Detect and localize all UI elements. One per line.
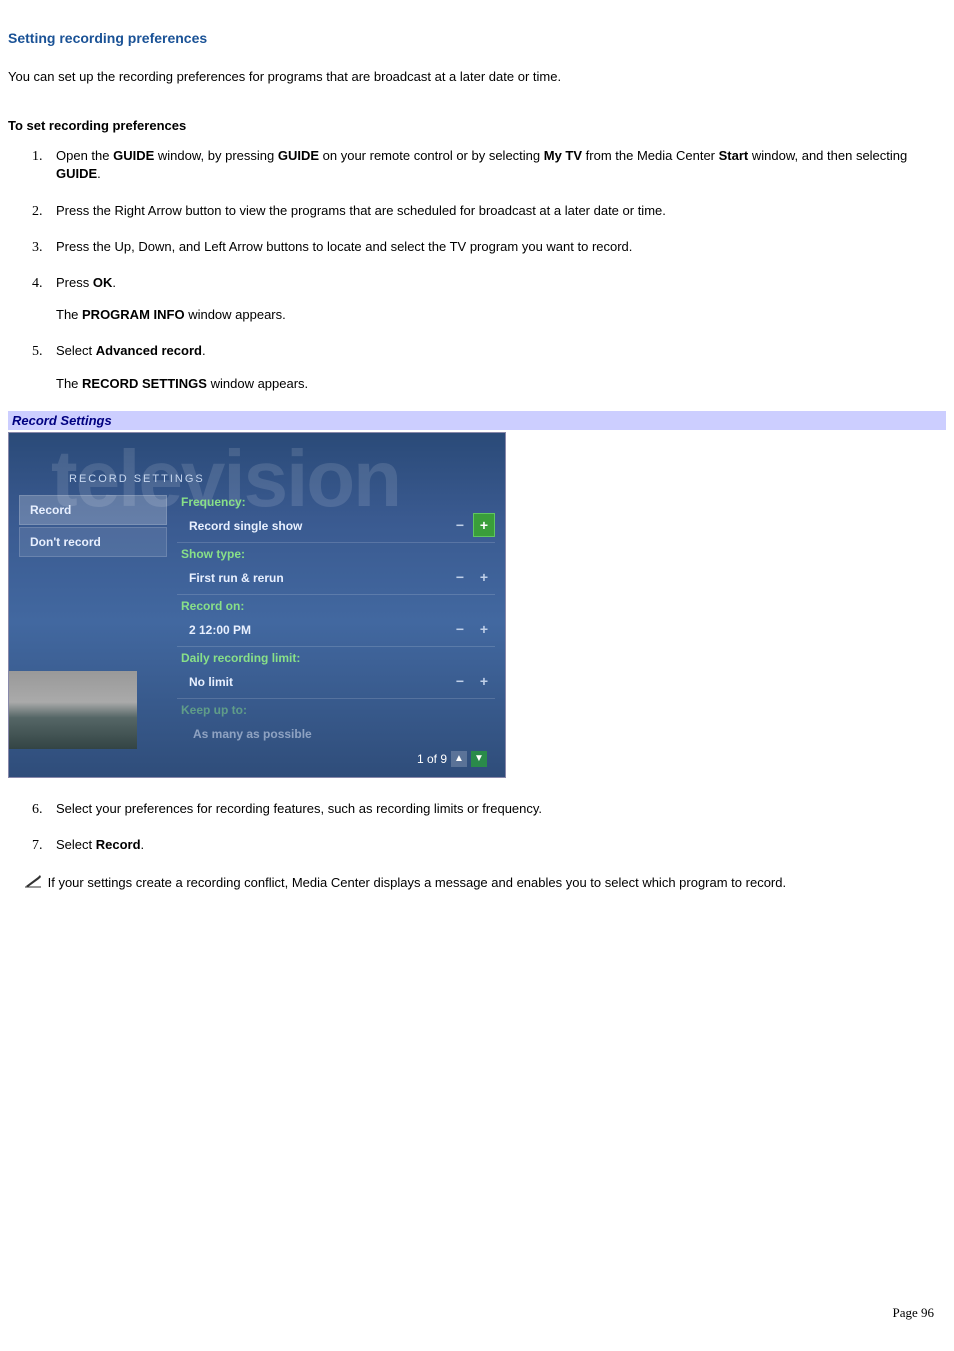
step-3: Press the Up, Down, and Left Arrow butto… — [32, 238, 946, 256]
step-1: Open the GUIDE window, by pressing GUIDE… — [32, 147, 946, 183]
minus-icon[interactable]: − — [449, 565, 471, 589]
page-title: Setting recording preferences — [8, 30, 946, 46]
showtype-value[interactable]: First run & rerun — [177, 565, 447, 591]
record-settings-screenshot: television RECORD SETTINGS Record Don't … — [8, 432, 506, 778]
showtype-label: Show type: — [181, 547, 495, 561]
steps-list-continued: Select your preferences for recording fe… — [32, 800, 946, 854]
keepupto-value: As many as possible — [177, 721, 495, 747]
plus-icon[interactable]: + — [473, 565, 495, 589]
intro-text: You can set up the recording preferences… — [8, 68, 946, 86]
plus-icon[interactable]: + — [473, 669, 495, 693]
up-arrow-icon[interactable]: ▲ — [451, 751, 467, 767]
recordon-value[interactable]: 2 12:00 PM — [177, 617, 447, 643]
step-7: Select Record. — [32, 836, 946, 854]
minus-icon[interactable]: − — [449, 513, 471, 537]
step-6: Select your preferences for recording fe… — [32, 800, 946, 818]
minus-icon[interactable]: − — [449, 617, 471, 641]
dont-record-button[interactable]: Don't record — [19, 527, 167, 557]
steps-list: Open the GUIDE window, by pressing GUIDE… — [32, 147, 946, 393]
sub-heading: To set recording preferences — [8, 118, 946, 133]
frequency-value[interactable]: Record single show — [177, 513, 447, 539]
plus-icon[interactable]: + — [473, 513, 495, 537]
pagination-footer: 1 of 9 ▲ ▼ — [417, 751, 487, 767]
note-paragraph: If your settings create a recording conf… — [8, 874, 946, 893]
keepupto-label: Keep up to: — [181, 703, 495, 717]
page-number: Page 96 — [892, 1305, 934, 1321]
rs-header: RECORD SETTINGS — [69, 473, 495, 485]
rs-right-panel: Frequency: Record single show − + Show t… — [167, 491, 495, 747]
plus-icon[interactable]: + — [473, 617, 495, 641]
frequency-label: Frequency: — [181, 495, 495, 509]
rs-left-panel: Record Don't record — [19, 491, 167, 747]
record-button[interactable]: Record — [19, 495, 167, 525]
down-arrow-icon[interactable]: ▼ — [471, 751, 487, 767]
minus-icon[interactable]: − — [449, 669, 471, 693]
page-indicator: 1 of 9 — [417, 752, 447, 766]
note-icon — [24, 874, 42, 893]
recordon-label: Record on: — [181, 599, 495, 613]
dailylimit-label: Daily recording limit: — [181, 651, 495, 665]
preview-thumbnail — [9, 671, 137, 749]
dailylimit-value[interactable]: No limit — [177, 669, 447, 695]
step-2: Press the Right Arrow button to view the… — [32, 202, 946, 220]
step-5: Select Advanced record. The RECORD SETTI… — [32, 342, 946, 392]
note-text: If your settings create a recording conf… — [44, 875, 786, 890]
step-4: Press OK. The PROGRAM INFO window appear… — [32, 274, 946, 324]
screenshot-caption: Record Settings — [8, 411, 946, 430]
